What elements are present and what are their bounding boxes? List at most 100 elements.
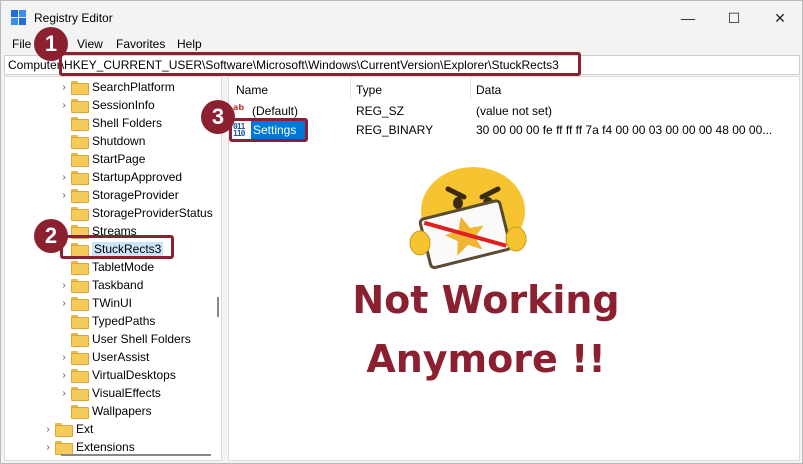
chevron-right-icon[interactable]: ›: [59, 78, 69, 96]
tree-item-label: Shutdown: [92, 134, 146, 148]
folder-icon: [71, 117, 89, 131]
value-data: (value not set): [476, 104, 553, 118]
folder-icon: [71, 207, 89, 221]
window-title: Registry Editor: [34, 11, 113, 25]
tree-item[interactable]: › StartupApproved: [5, 168, 215, 186]
tree-item[interactable]: Shell Folders: [5, 114, 215, 132]
maximize-button[interactable]: ☐: [711, 1, 757, 35]
string-value-icon: ab: [233, 103, 245, 112]
folder-icon: [71, 369, 89, 383]
key-tree[interactable]: › SearchPlatform › SessionInfo Shell Folders…: [4, 76, 222, 461]
value-row-settings[interactable]: 011 110 Settings REG_BINARY 30 00 00 00 f…: [229, 121, 799, 139]
value-type: REG_SZ: [356, 104, 405, 118]
tree-item-label: StorageProvider: [92, 188, 179, 202]
value-type: REG_BINARY: [356, 123, 434, 137]
folder-icon: [71, 279, 89, 293]
folder-icon: [55, 441, 73, 455]
folder-icon: [71, 387, 89, 401]
column-header-data[interactable]: Data: [476, 83, 501, 97]
folder-icon: [55, 423, 73, 437]
tree-item[interactable]: User Shell Folders: [5, 330, 215, 348]
menu-view[interactable]: View: [71, 37, 109, 51]
chevron-right-icon[interactable]: ›: [59, 186, 69, 204]
chevron-right-icon[interactable]: ›: [59, 384, 69, 402]
folder-icon: [71, 171, 89, 185]
tree-item-label: Wallpapers: [92, 404, 152, 418]
value-row-default[interactable]: ab (Default) REG_SZ (value not set): [229, 102, 799, 120]
overlay-caption-line-1: Not Working: [352, 278, 620, 322]
tree-item[interactable]: TypedPaths: [5, 312, 215, 330]
chevron-right-icon[interactable]: ›: [59, 294, 69, 312]
folder-icon: [71, 333, 89, 347]
registry-editor-icon: [11, 10, 26, 25]
tree-item[interactable]: › VisualEffects: [5, 384, 215, 402]
overlay-caption-line-2: Anymore !!: [366, 337, 606, 381]
callout-badge: 2: [34, 219, 68, 253]
tree-item-label: TypedPaths: [92, 314, 156, 328]
minimize-button[interactable]: —: [665, 1, 711, 35]
folder-icon: [71, 189, 89, 203]
tree-item-label: Ext: [76, 422, 94, 436]
chevron-right-icon[interactable]: ›: [43, 438, 53, 456]
folder-icon: [71, 99, 89, 113]
tree-item[interactable]: › Taskband: [5, 276, 215, 294]
tree-item-highlight-box: [60, 235, 174, 259]
close-button[interactable]: ✕: [757, 1, 803, 35]
tree-item-label: Extensions: [76, 440, 135, 454]
folder-icon: [71, 153, 89, 167]
tree-item-label: User Shell Folders: [92, 332, 191, 346]
column-separator[interactable]: [350, 77, 351, 99]
title-bar: Registry Editor — ☐ ✕: [1, 1, 802, 35]
tree-item-label: StorageProviderStatus: [92, 206, 213, 220]
folder-icon: [71, 297, 89, 311]
chevron-right-icon[interactable]: ›: [59, 96, 69, 114]
tree-item[interactable]: StorageProviderStatus: [5, 204, 215, 222]
column-separator[interactable]: [470, 77, 471, 99]
folder-icon: [71, 351, 89, 365]
tree-item-label: TabletMode: [92, 260, 155, 274]
value-highlight-box: [229, 118, 308, 142]
value-data: 30 00 00 00 fe ff ff ff 7a f4 00 00 03 0…: [476, 123, 773, 137]
annoyed-face-no-star-icon: [409, 167, 527, 270]
tree-item[interactable]: › SearchPlatform: [5, 78, 215, 96]
tree-item[interactable]: › SessionInfo: [5, 96, 215, 114]
tree-item-label: Shell Folders: [92, 116, 163, 130]
chevron-right-icon[interactable]: ›: [59, 168, 69, 186]
value-name: (Default): [252, 104, 299, 118]
registry-editor-window: Registry Editor — ☐ ✕ File View Favorite…: [0, 0, 803, 464]
folder-icon: [71, 261, 89, 275]
address-highlight-box: [59, 52, 581, 76]
tree-item[interactable]: StartPage: [5, 150, 215, 168]
column-header-type[interactable]: Type: [356, 83, 382, 97]
tree-item[interactable]: Shutdown: [5, 132, 215, 150]
menu-help[interactable]: Help: [171, 37, 208, 51]
menu-bar: File View Favorites Help: [1, 35, 802, 53]
tree-item[interactable]: TabletMode: [5, 258, 215, 276]
tree-item[interactable]: › Ext: [5, 420, 215, 438]
callout-badge: 3: [201, 100, 235, 134]
tree-item-label: VisualEffects: [92, 386, 161, 400]
column-header-name[interactable]: Name: [236, 83, 268, 97]
tree-item-label: VirtualDesktops: [92, 368, 176, 382]
tree-item[interactable]: › TWinUI: [5, 294, 215, 312]
tree-item-label: UserAssist: [92, 350, 150, 364]
tree-scrollbar-thumb[interactable]: [217, 297, 219, 317]
folder-icon: [71, 405, 89, 419]
tree-item-label: Taskband: [92, 278, 144, 292]
tree-item[interactable]: › UserAssist: [5, 348, 215, 366]
chevron-right-icon[interactable]: ›: [59, 276, 69, 294]
menu-file[interactable]: File: [6, 37, 37, 51]
chevron-right-icon[interactable]: ›: [59, 366, 69, 384]
menu-favorites[interactable]: Favorites: [110, 37, 171, 51]
tree-horizontal-scrollbar[interactable]: [61, 454, 211, 456]
tree-item-label: StartupApproved: [92, 170, 183, 184]
tree-item-label: TWinUI: [92, 296, 132, 310]
tree-item[interactable]: › StorageProvider: [5, 186, 215, 204]
chevron-right-icon[interactable]: ›: [59, 348, 69, 366]
tree-item[interactable]: › VirtualDesktops: [5, 366, 215, 384]
tree-item[interactable]: Wallpapers: [5, 402, 215, 420]
folder-icon: [71, 135, 89, 149]
folder-icon: [71, 81, 89, 95]
chevron-right-icon[interactable]: ›: [43, 420, 53, 438]
tree-item-label: StartPage: [92, 152, 146, 166]
